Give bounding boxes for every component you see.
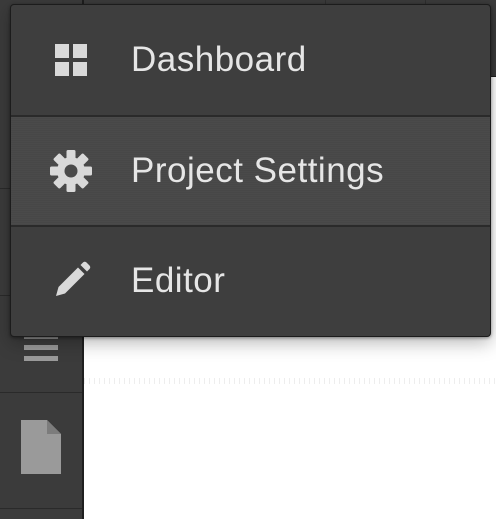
menu-item-editor[interactable]: Editor: [11, 225, 490, 335]
menu-item-label: Project Settings: [131, 151, 385, 190]
menu-item-dashboard[interactable]: Dashboard: [11, 5, 490, 115]
gear-icon: [49, 149, 93, 193]
document-icon[interactable]: [0, 415, 82, 479]
menu-item-project-settings[interactable]: Project Settings: [11, 115, 490, 225]
navigation-dropdown-menu: Dashboard Project Settings Editor: [10, 4, 491, 337]
menu-item-label: Editor: [131, 261, 226, 300]
pencil-icon: [49, 259, 93, 303]
sidebar-divider: [0, 392, 82, 393]
canvas-guide-line: [84, 378, 496, 384]
menu-item-label: Dashboard: [131, 40, 307, 79]
app-stage: Dashboard Project Settings Editor: [0, 0, 496, 519]
sidebar-divider: [0, 508, 82, 509]
dashboard-grid-icon: [49, 38, 93, 82]
